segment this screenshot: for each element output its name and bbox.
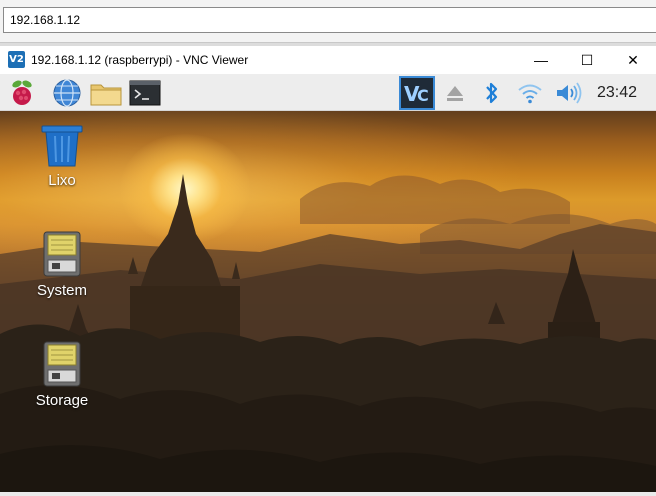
volume-icon[interactable] [554, 78, 584, 108]
drive-icon [43, 231, 81, 277]
maximize-button[interactable]: ☐ [564, 46, 610, 74]
window-title: 192.168.1.12 (raspberrypi) - VNC Viewer [31, 53, 249, 67]
address-bar-area: 192.168.1.12 [0, 0, 656, 42]
eject-icon[interactable] [442, 78, 468, 108]
clock[interactable]: 23:42 [597, 84, 637, 102]
desktop-icon-system[interactable]: System [17, 230, 107, 299]
remote-desktop[interactable]: V C 23:42 Lixo System Storage [0, 74, 656, 492]
address-text: 192.168.1.12 [10, 13, 81, 27]
vnc-server-icon[interactable]: V C [399, 76, 435, 110]
desktop-icon-label: Storage [35, 392, 89, 409]
web-browser-icon[interactable] [50, 78, 84, 108]
vnc-viewer-logo-icon: V2 [8, 51, 25, 68]
window-titlebar[interactable]: V2 192.168.1.12 (raspberrypi) - VNC View… [0, 46, 656, 74]
trash-icon [41, 125, 83, 167]
taskbar: V C 23:42 [0, 74, 656, 111]
window-bottom-edge [0, 492, 656, 496]
address-input[interactable]: 192.168.1.12 [3, 7, 656, 33]
desktop-icon-label: System [36, 282, 87, 299]
desktop-icon-trash[interactable]: Lixo [17, 122, 107, 189]
svg-text:C: C [417, 86, 429, 105]
wifi-icon[interactable] [516, 78, 544, 108]
minimize-button[interactable]: — [518, 46, 564, 74]
drive-icon [43, 341, 81, 387]
close-button[interactable]: ✕ [610, 46, 656, 74]
bluetooth-icon[interactable] [480, 78, 504, 108]
desktop-icon-label: Lixo [48, 172, 76, 189]
raspberry-menu-icon[interactable] [6, 78, 38, 108]
terminal-icon[interactable] [128, 78, 162, 108]
file-manager-icon[interactable] [88, 78, 124, 108]
desktop-icon-storage[interactable]: Storage [17, 340, 107, 409]
